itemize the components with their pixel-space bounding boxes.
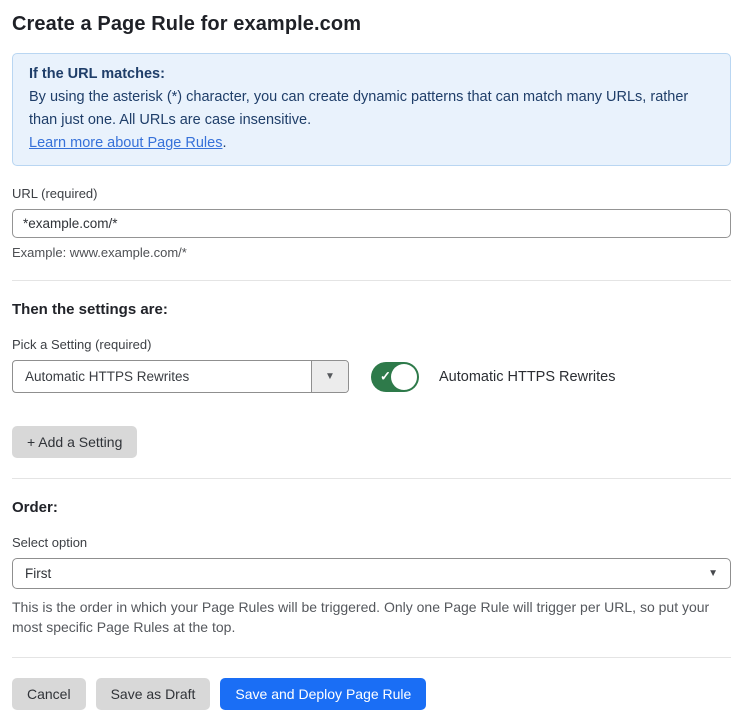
setting-toggle[interactable]: ✓ xyxy=(371,361,419,392)
cancel-button[interactable]: Cancel xyxy=(12,678,86,710)
link-suffix: . xyxy=(222,135,227,151)
setting-select-value: Automatic HTTPS Rewrites xyxy=(25,369,190,384)
save-and-deploy-button[interactable]: Save and Deploy Page Rule xyxy=(220,678,427,710)
learn-more-link[interactable]: Learn more about Page Rules xyxy=(29,135,222,151)
caret-down-icon: ▼ xyxy=(708,568,718,579)
setting-row: Automatic HTTPS Rewrites ▼ ✓ Automatic H… xyxy=(12,360,731,393)
url-helper-text: Example: www.example.com/* xyxy=(12,245,187,260)
url-field-label: URL (required) xyxy=(12,186,98,201)
divider xyxy=(12,280,731,281)
divider xyxy=(12,657,731,658)
checkmark-icon: ✓ xyxy=(380,368,391,384)
setting-select-arrow-button[interactable]: ▼ xyxy=(311,361,348,392)
add-setting-button[interactable]: + Add a Setting xyxy=(12,426,138,458)
caret-down-icon: ▼ xyxy=(325,371,335,382)
order-select[interactable]: First ▼ xyxy=(12,558,731,589)
order-section-heading: Order: xyxy=(12,499,58,516)
url-input[interactable] xyxy=(12,209,731,238)
page-title: Create a Page Rule for example.com xyxy=(12,13,362,35)
footer-actions: Cancel Save as Draft Save and Deploy Pag… xyxy=(12,678,731,710)
order-select-label: Select option xyxy=(12,535,88,550)
order-select-value: First xyxy=(25,566,52,581)
setting-select[interactable]: Automatic HTTPS Rewrites ▼ xyxy=(12,360,349,393)
toggle-knob xyxy=(391,363,417,390)
settings-section-heading: Then the settings are: xyxy=(12,301,168,318)
divider xyxy=(12,478,731,479)
create-page-rule-form: Create a Page Rule for example.com If th… xyxy=(0,0,743,710)
info-box-heading: If the URL matches: xyxy=(29,66,165,82)
save-as-draft-button[interactable]: Save as Draft xyxy=(95,678,211,710)
toggle-label: Automatic HTTPS Rewrites xyxy=(439,368,616,385)
url-matches-info-box: If the URL matches: By using the asteris… xyxy=(12,53,731,166)
pick-setting-label: Pick a Setting (required) xyxy=(12,337,152,352)
order-help-text: This is the order in which your Page Rul… xyxy=(12,599,710,635)
info-box-description: By using the asterisk (*) character, you… xyxy=(29,89,689,151)
